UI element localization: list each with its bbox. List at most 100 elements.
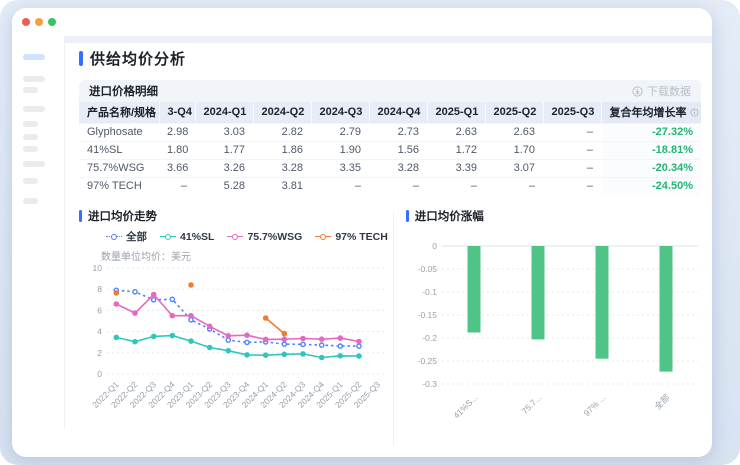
- price-value-cell: 1.72: [427, 141, 485, 159]
- column-header: 2024-Q3: [311, 102, 369, 123]
- price-value-cell: 3.28: [253, 159, 311, 177]
- legend-marker-icon: [227, 233, 243, 240]
- svg-text:10: 10: [93, 263, 103, 273]
- price-value-cell: –: [427, 177, 485, 195]
- price-value-cell: 3.66: [159, 159, 195, 177]
- price-value-cell: –: [543, 123, 601, 141]
- legend-label: 全部: [126, 229, 147, 244]
- svg-text:-0.05: -0.05: [417, 264, 437, 274]
- cagr-value-cell: -24.50%: [601, 177, 701, 195]
- legend-item-75.7%WSG[interactable]: 75.7%WSG: [227, 231, 302, 243]
- svg-text:全部: 全部: [652, 392, 671, 411]
- sidebar-item[interactable]: [23, 146, 38, 152]
- svg-text:-0.2: -0.2: [422, 333, 437, 343]
- sidebar-item[interactable]: [23, 178, 38, 184]
- product-name-cell: 97% TECH: [79, 177, 159, 195]
- main-content: 供给均价分析 进口价格明细 下载数据: [65, 36, 712, 457]
- cagr-value-cell: -18.81%: [601, 141, 701, 159]
- price-value-cell: –: [311, 177, 369, 195]
- price-value-cell: 1.77: [195, 141, 253, 159]
- svg-text:-0.15: -0.15: [417, 310, 437, 320]
- column-header: 3-Q4: [159, 102, 195, 123]
- price-value-cell: 1.80: [159, 141, 195, 159]
- price-value-cell: 3.28: [369, 159, 427, 177]
- line-chart-title-row: 进口均价走势: [79, 208, 388, 224]
- svg-text:4: 4: [97, 327, 102, 337]
- price-value-cell: 3.35: [311, 159, 369, 177]
- price-value-cell: 2.63: [427, 123, 485, 141]
- column-header: 产品名称/规格: [79, 102, 159, 123]
- maximize-window-icon[interactable]: [48, 18, 56, 26]
- legend-item-97% TECH[interactable]: 97% TECH: [315, 231, 388, 243]
- import-price-change-bar-chart: 0 -0.05 -0.1 -0.15 -0.2 -0.25 -0.3 41%S... 75.7.…: [406, 234, 708, 430]
- legend-marker-icon: [160, 233, 176, 240]
- column-header-cagr[interactable]: 复合年均增长率: [601, 102, 701, 123]
- svg-text:8: 8: [97, 284, 102, 294]
- sidebar-item[interactable]: [23, 134, 38, 140]
- download-icon: [632, 86, 643, 97]
- page-background: 供给均价分析 进口价格明细 下载数据: [0, 0, 740, 465]
- price-value-cell: 3.03: [195, 123, 253, 141]
- import-price-table-card: 进口价格明细 下载数据: [79, 80, 701, 195]
- svg-text:97% ...: 97% ...: [581, 392, 607, 418]
- table-row: 75.7%WSG3.663.263.283.353.283.393.07–-20…: [79, 159, 701, 177]
- table-header-row: 产品名称/规格3-Q42024-Q12024-Q22024-Q32024-Q42…: [79, 102, 701, 123]
- price-value-cell: 1.90: [311, 141, 369, 159]
- minimize-window-icon[interactable]: [35, 18, 43, 26]
- price-value-cell: 3.07: [485, 159, 543, 177]
- column-header: 2024-Q2: [253, 102, 311, 123]
- page-title-row: 供给均价分析: [79, 48, 186, 69]
- price-value-cell: 1.86: [253, 141, 311, 159]
- sidebar-item[interactable]: [23, 87, 38, 93]
- legend-label: 97% TECH: [335, 231, 388, 243]
- table-body: Glyphosate2.983.032.822.792.732.632.63–-…: [79, 123, 701, 195]
- bar-chart-card: 进口均价涨幅 0 -0.05 -0.1 -0.15 -0.2 -0.25 -0.3 41%S.…: [406, 208, 702, 450]
- svg-text:0: 0: [432, 241, 437, 251]
- sidebar-item[interactable]: [23, 121, 38, 127]
- window-titlebar: [12, 8, 712, 36]
- line-chart-card: 进口均价走势 全部41%SL75.7%WSG97% TECH 数量单位均价：美元…: [79, 208, 388, 450]
- svg-text:41%S...: 41%S...: [451, 392, 479, 420]
- price-value-cell: –: [159, 177, 195, 195]
- sidebar-item-active[interactable]: [23, 54, 45, 60]
- close-window-icon[interactable]: [22, 18, 30, 26]
- legend-label: 75.7%WSG: [247, 231, 302, 243]
- app-window: 供给均价分析 进口价格明细 下载数据: [12, 8, 712, 457]
- svg-text:-0.1: -0.1: [422, 287, 437, 297]
- legend-item-41%SL[interactable]: 41%SL: [160, 231, 214, 243]
- legend-marker-icon: [106, 233, 122, 240]
- line-chart-title: 进口均价走势: [88, 208, 157, 224]
- svg-text:-0.3: -0.3: [422, 379, 437, 389]
- toolbar-strip: [65, 36, 712, 43]
- legend-label: 41%SL: [180, 231, 214, 243]
- price-value-cell: 2.73: [369, 123, 427, 141]
- sidebar-item[interactable]: [23, 198, 38, 204]
- price-value-cell: 2.79: [311, 123, 369, 141]
- legend-item-全部[interactable]: 全部: [106, 229, 147, 244]
- svg-text:75.7...: 75.7...: [519, 392, 543, 416]
- sidebar-item[interactable]: [23, 106, 45, 112]
- table-row: 97% TECH–5.283.81–––––-24.50%: [79, 177, 701, 195]
- sidebar-item[interactable]: [23, 76, 45, 82]
- column-header: 2024-Q4: [369, 102, 427, 123]
- legend-marker-icon: [315, 233, 331, 240]
- column-header: 2025-Q1: [427, 102, 485, 123]
- svg-text:-0.25: -0.25: [417, 356, 437, 366]
- table-card-header: 进口价格明细 下载数据: [79, 80, 701, 102]
- chart-title-accent-bar: [79, 210, 82, 222]
- column-header: 2024-Q1: [195, 102, 253, 123]
- price-value-cell: 5.28: [195, 177, 253, 195]
- sort-icon[interactable]: [701, 108, 702, 117]
- table-section-title: 进口价格明细: [89, 83, 158, 99]
- price-value-cell: –: [543, 177, 601, 195]
- product-name-cell: 75.7%WSG: [79, 159, 159, 177]
- sidebar-item[interactable]: [23, 161, 45, 167]
- bar-chart-title-row: 进口均价涨幅: [406, 208, 702, 224]
- charts-row: 进口均价走势 全部41%SL75.7%WSG97% TECH 数量单位均价：美元…: [79, 208, 702, 450]
- column-header: 2025-Q3: [543, 102, 601, 123]
- cagr-value-cell: -20.34%: [601, 159, 701, 177]
- product-name-cell: 41%SL: [79, 141, 159, 159]
- download-data-button[interactable]: 下载数据: [632, 83, 691, 99]
- price-value-cell: 2.82: [253, 123, 311, 141]
- download-label: 下载数据: [647, 83, 691, 99]
